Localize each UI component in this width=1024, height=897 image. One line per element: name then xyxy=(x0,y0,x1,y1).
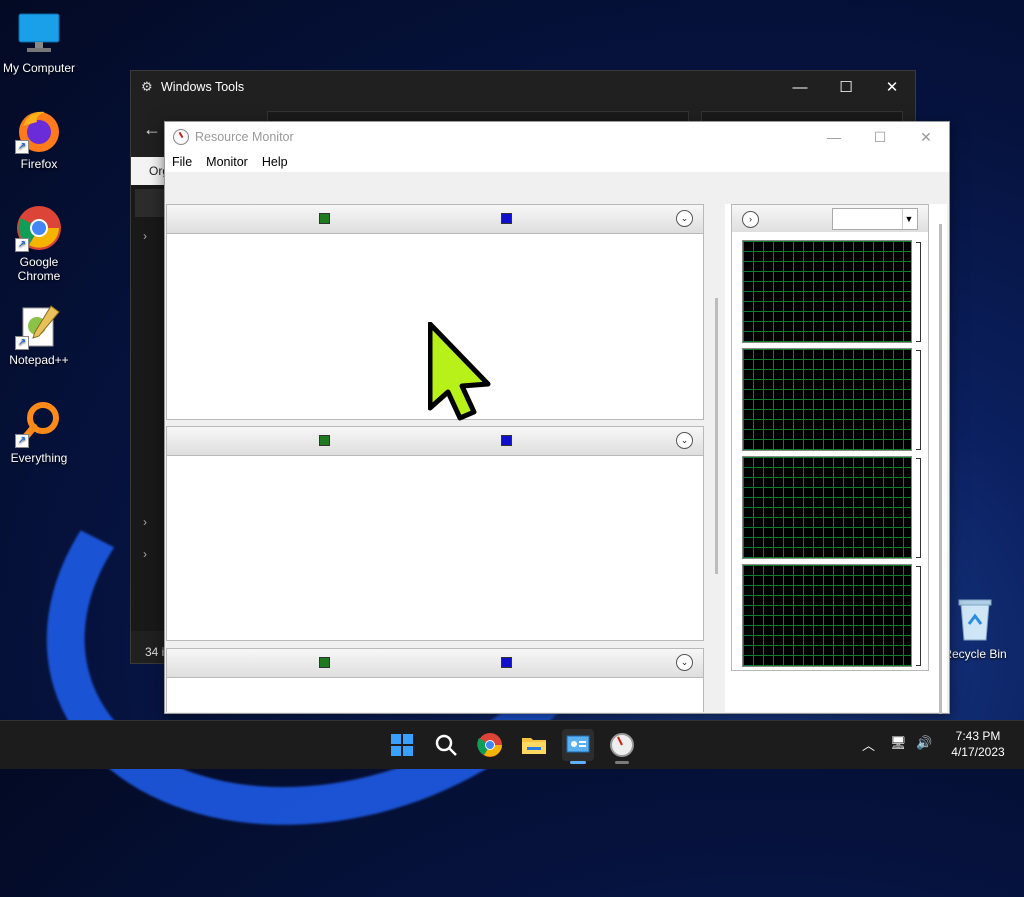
green-indicator xyxy=(319,435,330,446)
section-header[interactable]: ⌄ xyxy=(166,204,704,234)
folder-icon xyxy=(522,738,546,754)
graphs-frame xyxy=(731,232,929,671)
maximize-button[interactable]: ☐ xyxy=(823,77,869,99)
window-title: Resource Monitor xyxy=(195,130,294,144)
close-button[interactable]: ✕ xyxy=(869,77,915,99)
dropdown-arrow-icon[interactable]: ▼ xyxy=(902,209,915,229)
recycle-bin-icon xyxy=(951,596,999,644)
chevron-up-icon[interactable]: ︿ xyxy=(862,735,875,754)
section-header[interactable]: ⌄ xyxy=(166,426,704,456)
green-indicator xyxy=(319,213,330,224)
volume-icon[interactable]: 🔊 xyxy=(916,735,932,751)
vertical-scrollbar[interactable] xyxy=(939,224,942,714)
desktop-icon-everything[interactable]: ↗ Everything xyxy=(1,400,77,465)
shortcut-arrow-icon: ↗ xyxy=(15,140,29,154)
resource-monitor-window: Resource Monitor — ☐ ✕ File Monitor Help… xyxy=(164,121,950,714)
graph-scale-bracket xyxy=(916,242,921,342)
chevron-right-icon[interactable]: › xyxy=(742,211,759,228)
desktop-icon-label: Firefox xyxy=(20,157,58,171)
views-dropdown[interactable]: ▼ xyxy=(832,208,918,230)
desktop-icon-label: Google Chrome xyxy=(17,255,61,283)
back-arrow-icon[interactable]: ← xyxy=(143,119,161,140)
blue-indicator xyxy=(501,213,512,224)
graph-4 xyxy=(742,564,912,667)
running-indicator xyxy=(615,761,629,764)
taskbar-file-explorer[interactable] xyxy=(518,729,550,761)
desktop-icon-notepad-plus-plus[interactable]: ↗ Notepad++ xyxy=(1,302,77,367)
section-panel-2: ⌄ xyxy=(166,426,704,641)
menu-monitor[interactable]: Monitor xyxy=(199,155,255,169)
shortcut-arrow-icon: ↗ xyxy=(15,434,29,448)
navigation-pane: › › › xyxy=(131,185,165,631)
section-header[interactable]: ⌄ xyxy=(166,648,704,678)
minimize-button[interactable]: — xyxy=(777,77,823,99)
close-button[interactable]: ✕ xyxy=(903,126,949,148)
search-button[interactable] xyxy=(430,729,462,761)
maximize-button[interactable]: ☐ xyxy=(857,126,903,148)
green-indicator xyxy=(319,657,330,668)
chevron-down-icon[interactable]: ⌄ xyxy=(676,432,693,449)
shortcut-arrow-icon: ↗ xyxy=(15,336,29,350)
graphs-pane: › ▼ xyxy=(725,204,947,714)
tab-strip xyxy=(165,172,949,204)
notepad-plus-plus-icon: ↗ xyxy=(15,302,63,350)
section-body xyxy=(166,456,704,641)
graph-scale-bracket xyxy=(916,458,921,558)
section-body xyxy=(166,678,704,712)
tools-icon: ⚙ xyxy=(141,79,153,94)
blue-indicator xyxy=(501,435,512,446)
chevron-right-icon[interactable]: › xyxy=(143,229,147,243)
gauge-icon xyxy=(173,129,189,145)
taskbar-chrome[interactable] xyxy=(474,729,506,761)
firefox-icon: ↗ xyxy=(15,106,63,154)
magnifier-icon: ↗ xyxy=(15,400,63,448)
taskbar: ︿ 🖥 🔊 7:43 PM 4/17/2023 xyxy=(0,720,1024,769)
chevron-down-icon[interactable]: ⌄ xyxy=(676,210,693,227)
taskbar-windows-tools[interactable] xyxy=(562,729,594,764)
nav-selected-item[interactable] xyxy=(135,189,165,217)
desktop-icon-my-computer[interactable]: My Computer xyxy=(1,10,77,75)
graph-2 xyxy=(742,348,912,451)
desktop-icon-google-chrome[interactable]: ↗ Google Chrome xyxy=(1,204,77,283)
graph-3 xyxy=(742,456,912,559)
graph-1 xyxy=(742,240,912,343)
start-button[interactable] xyxy=(386,729,418,761)
network-icon[interactable]: 🖥 xyxy=(890,735,907,751)
graphs-header: › ▼ xyxy=(731,204,929,234)
shortcut-arrow-icon: ↗ xyxy=(15,238,29,252)
search-icon xyxy=(435,734,457,756)
active-indicator xyxy=(570,761,586,764)
taskbar-resource-monitor[interactable] xyxy=(606,729,638,764)
desktop-icon-firefox[interactable]: ↗ Firefox xyxy=(1,106,77,171)
menu-bar: File Monitor Help xyxy=(165,152,949,172)
chevron-right-icon[interactable]: › xyxy=(143,547,147,561)
desktop-icon-label: Notepad++ xyxy=(9,353,69,367)
monitor-icon xyxy=(15,10,63,58)
chevron-down-icon[interactable]: ⌄ xyxy=(676,654,693,671)
menu-file[interactable]: File xyxy=(165,155,199,169)
clock-date: 4/17/2023 xyxy=(951,745,1005,759)
menu-help[interactable]: Help xyxy=(255,155,295,169)
chevron-right-icon[interactable]: › xyxy=(143,515,147,529)
graph-scale-bracket xyxy=(916,350,921,450)
status-bar-text: 34 i xyxy=(145,645,165,659)
desktop-icon-label: My Computer xyxy=(2,61,76,75)
blue-indicator xyxy=(501,657,512,668)
desktop-icon-label: Everything xyxy=(10,451,68,465)
gauge-icon xyxy=(610,733,634,757)
chrome-icon: ↗ xyxy=(15,204,63,252)
mouse-pointer-icon xyxy=(427,321,498,425)
details-pane: ⌄ ⌄ ⌄ xyxy=(165,204,725,712)
section-panel-3: ⌄ xyxy=(166,648,704,712)
clock[interactable]: 7:43 PM 4/17/2023 xyxy=(940,728,1016,760)
window-title: Windows Tools xyxy=(161,80,245,94)
clock-time: 7:43 PM xyxy=(955,729,1001,743)
graph-scale-bracket xyxy=(916,566,921,666)
minimize-button[interactable]: — xyxy=(811,126,857,148)
vertical-scrollbar[interactable] xyxy=(715,298,718,574)
windows-logo-icon xyxy=(391,734,413,756)
chrome-icon xyxy=(477,733,502,757)
tools-icon xyxy=(566,735,590,753)
